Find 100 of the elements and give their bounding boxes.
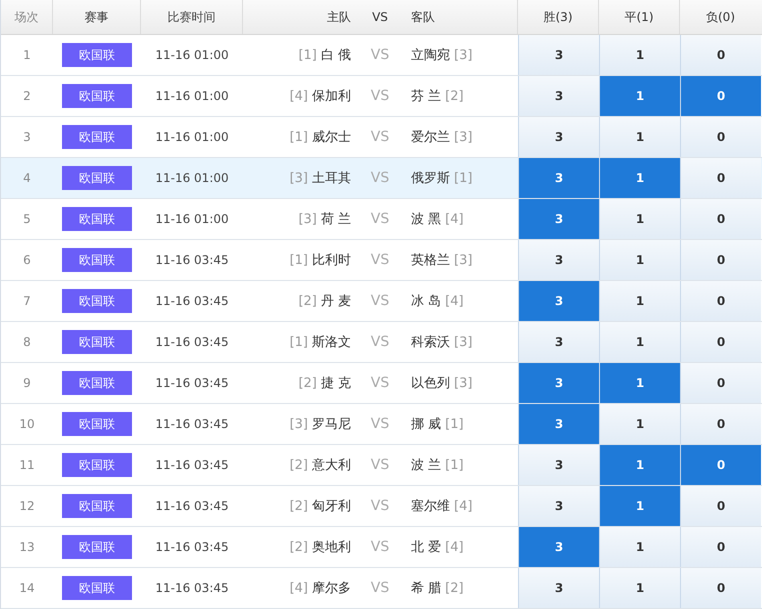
league-tag: 欧国联 (62, 453, 132, 477)
result-option[interactable]: 3 (518, 404, 599, 444)
away-rank: [3] (454, 48, 472, 62)
away-rank: [3] (454, 252, 472, 268)
away-team: 芬 兰 (411, 88, 442, 105)
match-time: 11-16 03:45 (155, 581, 229, 595)
result-option[interactable]: 1 (599, 76, 680, 116)
result-option[interactable]: 3 (518, 117, 599, 157)
column-header: VS (371, 9, 389, 26)
column-header: 胜(3) (518, 0, 599, 34)
result-option[interactable]: 3 (518, 568, 599, 608)
result-option[interactable]: 1 (599, 158, 680, 198)
result-option[interactable]: 0 (680, 240, 761, 280)
column-header: 负(0) (705, 8, 736, 26)
result-option[interactable]: 1 (599, 486, 680, 526)
column-header: 比赛时间 (141, 0, 243, 34)
home-team: 比利时 (312, 252, 351, 269)
vs-label: VS (370, 129, 390, 145)
result-option[interactable]: 1 (599, 445, 680, 485)
result-option[interactable]: 1 (599, 199, 680, 239)
vs-label: VS (370, 539, 390, 555)
result-option[interactable]: 3 (518, 158, 599, 198)
vs-label: VS (370, 498, 390, 514)
home-team: 白 俄 (320, 47, 351, 64)
column-header: 场次 (1, 0, 53, 34)
match-time: 11-16 03:45 (155, 253, 229, 267)
league-tag: 欧国联 (62, 535, 132, 559)
result-option[interactable]: 0 (680, 445, 761, 485)
home-rank: [1] (290, 130, 308, 144)
result-option[interactable]: 3 (518, 445, 599, 485)
result-option[interactable]: 1 (599, 404, 680, 444)
home-team: 罗马尼 (312, 416, 351, 433)
match-number: 1 (23, 48, 31, 62)
result-option[interactable]: 0 (680, 35, 761, 75)
away-rank: [1] (454, 170, 472, 186)
away-rank: [2] (445, 88, 464, 104)
result-option[interactable]: 0 (680, 117, 761, 157)
match-time: 11-16 03:45 (155, 335, 229, 349)
home-rank: [3] (290, 416, 308, 432)
away-rank: [2] (445, 580, 464, 596)
column-header: 赛事 (53, 0, 141, 34)
result-option[interactable]: 3 (518, 281, 599, 321)
match-number: 4 (23, 171, 31, 185)
match-number: 3 (23, 130, 31, 144)
result-option[interactable]: 0 (680, 363, 761, 403)
vs-label: VS (370, 580, 390, 596)
vs-label: VS (370, 170, 390, 186)
result-option[interactable]: 1 (599, 527, 680, 567)
home-rank: [1] (298, 48, 317, 62)
result-option[interactable]: 3 (518, 240, 599, 280)
result-option[interactable]: 1 (599, 322, 680, 362)
result-option[interactable]: 0 (680, 404, 761, 444)
result-option[interactable]: 0 (680, 486, 761, 526)
result-option[interactable]: 0 (680, 322, 761, 362)
away-team: 波 兰 (411, 457, 442, 474)
league-tag: 欧国联 (62, 412, 132, 436)
result-option[interactable]: 1 (599, 240, 680, 280)
column-header: 客队 (399, 0, 518, 34)
vs-label: VS (370, 457, 390, 473)
result-option[interactable]: 3 (518, 35, 599, 75)
away-rank: [3] (454, 376, 472, 390)
result-option[interactable]: 3 (518, 76, 599, 116)
result-option[interactable]: 0 (680, 158, 761, 198)
result-option[interactable]: 0 (680, 76, 761, 116)
match-time: 11-16 03:45 (155, 540, 229, 554)
result-option[interactable]: 1 (599, 281, 680, 321)
result-option[interactable]: 0 (680, 568, 761, 608)
away-rank: [1] (445, 416, 464, 432)
result-option[interactable]: 3 (518, 486, 599, 526)
result-option[interactable]: 1 (599, 363, 680, 403)
away-rank: [3] (454, 334, 472, 350)
result-option[interactable]: 1 (599, 117, 680, 157)
result-option[interactable]: 0 (680, 281, 761, 321)
match-time: 11-16 03:45 (155, 376, 229, 390)
league-tag: 欧国联 (62, 371, 132, 395)
result-option[interactable]: 3 (518, 527, 599, 567)
match-time: 11-16 03:45 (155, 294, 229, 308)
home-rank: [2] (290, 458, 308, 472)
away-team: 以色列 (411, 375, 450, 392)
vs-label: VS (370, 416, 390, 432)
vs-label: VS (370, 88, 390, 104)
result-option[interactable]: 3 (518, 322, 599, 362)
home-team: 丹 麦 (320, 293, 351, 310)
result-option[interactable]: 0 (680, 527, 761, 567)
match-time: 11-16 01:00 (155, 89, 229, 103)
result-option[interactable]: 3 (518, 363, 599, 403)
league-tag: 欧国联 (62, 330, 132, 354)
home-team: 捷 克 (320, 375, 351, 392)
home-rank: [2] (290, 540, 308, 554)
away-team: 波 黑 (411, 211, 442, 228)
result-option[interactable]: 3 (518, 199, 599, 239)
league-tag: 欧国联 (62, 125, 132, 149)
result-option[interactable]: 1 (599, 568, 680, 608)
result-option[interactable]: 1 (599, 35, 680, 75)
home-team: 奥地利 (312, 539, 351, 556)
away-team: 英格兰 (411, 252, 450, 269)
result-option[interactable]: 0 (680, 199, 761, 239)
league-tag: 欧国联 (62, 43, 132, 67)
column-header: 主队 (326, 8, 352, 26)
home-team: 匈牙利 (312, 498, 351, 515)
